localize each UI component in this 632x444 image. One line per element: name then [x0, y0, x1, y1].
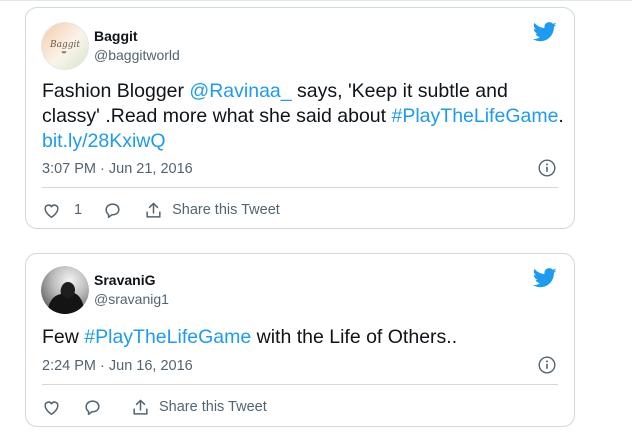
info-icon[interactable] — [538, 159, 556, 177]
share-icon — [133, 399, 148, 415]
tweet-card[interactable]: Baggit Baggit @baggitworld Fashion Blogg… — [25, 7, 575, 229]
like-count: 1 — [74, 202, 83, 218]
baggit-logo-icon: Baggit — [41, 22, 89, 70]
tweet-text-segment: . — [558, 105, 564, 127]
tweet-timestamp[interactable]: 3:07 PM · Jun 21, 2016 — [42, 161, 193, 177]
mention-link[interactable]: @Ravinaa_ — [189, 80, 291, 102]
divider — [42, 384, 558, 385]
reply-button[interactable] — [83, 398, 102, 417]
user-name[interactable]: SravaniG — [94, 272, 155, 288]
tweet-text-segment: Fashion Blogger — [42, 80, 190, 102]
share-label: Share this Tweet — [159, 399, 267, 415]
tweet-text-segment: with the Life of Others.. — [251, 326, 458, 348]
like-button[interactable] — [42, 398, 61, 417]
user-handle[interactable]: @baggitworld — [94, 47, 180, 63]
tweet-text: Fashion Blogger @Ravinaa_ says, 'Keep it… — [42, 79, 567, 154]
tweet-actions: Share this Tweet — [42, 397, 267, 417]
heart-icon — [44, 203, 59, 218]
twitter-bird-icon[interactable] — [533, 268, 557, 288]
user-handle[interactable]: @sravanig1 — [94, 291, 169, 307]
avatar[interactable]: Baggit — [41, 22, 89, 70]
top-divider — [0, 0, 632, 1]
share-button[interactable]: Share this Tweet — [144, 201, 280, 220]
twitter-bird-icon[interactable] — [533, 22, 557, 42]
heart-icon — [44, 400, 59, 415]
tweet-card[interactable]: SravaniG @sravanig1 Few #PlayTheLifeGame… — [25, 253, 575, 427]
info-icon[interactable] — [538, 356, 556, 374]
share-button[interactable]: Share this Tweet — [131, 398, 267, 417]
divider — [42, 187, 558, 188]
reply-icon — [105, 202, 120, 218]
like-button[interactable]: 1 — [42, 201, 82, 220]
svg-text:Baggit: Baggit — [49, 40, 80, 50]
tweet-timestamp[interactable]: 2:24 PM · Jun 16, 2016 — [42, 358, 193, 374]
tweet-text: Few #PlayTheLifeGame with the Life of Ot… — [42, 325, 567, 350]
profile-photo-icon — [41, 266, 89, 314]
avatar[interactable] — [41, 266, 89, 314]
url-link[interactable]: bit.ly/28KxiwQ — [42, 130, 166, 152]
hashtag-link[interactable]: #PlayTheLifeGame — [84, 326, 251, 348]
reply-button[interactable] — [103, 201, 122, 220]
tweet-actions: 1 Share this Tweet — [42, 200, 280, 220]
share-label: Share this Tweet — [172, 202, 280, 218]
tweet-text-segment: Few — [42, 326, 85, 348]
user-name[interactable]: Baggit — [94, 28, 138, 44]
hashtag-link[interactable]: #PlayTheLifeGame — [392, 105, 559, 127]
reply-icon — [85, 399, 100, 415]
share-icon — [146, 202, 161, 218]
